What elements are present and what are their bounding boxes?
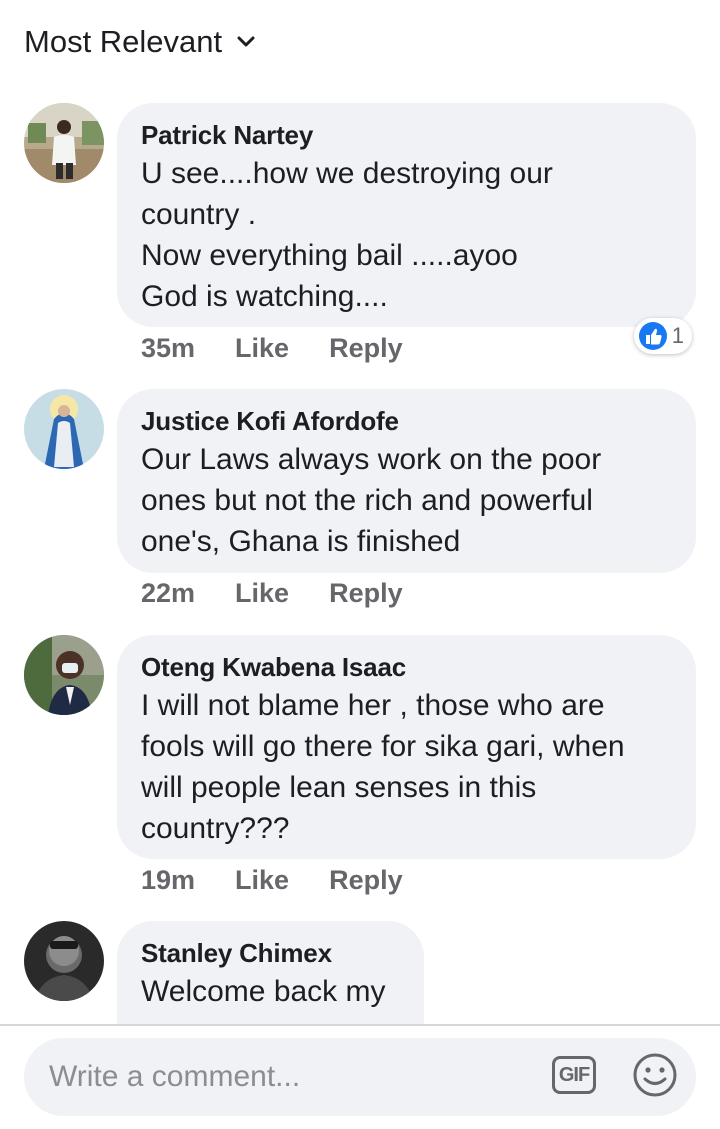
- like-button[interactable]: Like: [235, 333, 289, 364]
- comment-text: U see....how we destroying our country .…: [141, 157, 553, 313]
- comment-time: 22m: [141, 578, 196, 608]
- reaction-count[interactable]: 1: [633, 318, 692, 354]
- like-button[interactable]: Like: [235, 865, 289, 896]
- reaction-count-label: 1: [671, 323, 684, 348]
- reply-button[interactable]: Reply: [329, 333, 403, 364]
- comment-composer: Write a comment... GIF: [0, 1026, 720, 1129]
- chevron-down-icon: [237, 36, 255, 47]
- avatar[interactable]: [24, 635, 104, 715]
- comment-author[interactable]: Stanley Chimex: [141, 937, 400, 969]
- comment-actions: 19m Like Reply: [141, 865, 403, 896]
- avatar[interactable]: [24, 389, 104, 469]
- comment-text: Our Laws always work on the poor ones bu…: [141, 443, 602, 558]
- comment-text: Welcome back my: [141, 975, 386, 1008]
- like-button[interactable]: Like: [235, 578, 289, 609]
- comment-time: 35m: [141, 333, 196, 363]
- comment-author[interactable]: Justice Kofi Afordofe: [141, 405, 672, 437]
- reply-button[interactable]: Reply: [329, 578, 403, 609]
- gif-button[interactable]: GIF: [552, 1056, 596, 1094]
- comment-bubble: Patrick Nartey U see....how we destroyin…: [117, 103, 696, 327]
- comment-actions: 35m Like Reply: [141, 333, 403, 364]
- sort-dropdown[interactable]: Most Relevant: [24, 22, 256, 62]
- comment-bubble: Oteng Kwabena Isaac I will not blame her…: [117, 635, 696, 859]
- smiley-icon[interactable]: [632, 1052, 678, 1098]
- thumbs-up-icon: [638, 322, 667, 350]
- reply-button[interactable]: Reply: [329, 865, 403, 896]
- comment-author[interactable]: Patrick Nartey: [141, 119, 672, 151]
- comment-input-placeholder: Write a comment...: [49, 1060, 301, 1093]
- avatar[interactable]: [24, 921, 104, 1001]
- avatar[interactable]: [24, 103, 104, 183]
- comment-time: 19m: [141, 865, 196, 895]
- comment-actions: 22m Like Reply: [141, 578, 403, 609]
- comment-bubble: Justice Kofi Afordofe Our Laws always wo…: [117, 389, 696, 573]
- comment-author[interactable]: Oteng Kwabena Isaac: [141, 651, 672, 683]
- sort-label: Most Relevant: [24, 24, 223, 59]
- gif-icon: GIF: [558, 1063, 590, 1086]
- comment-input[interactable]: Write a comment... GIF: [24, 1038, 696, 1116]
- comment-text: I will not blame her , those who are foo…: [141, 689, 625, 845]
